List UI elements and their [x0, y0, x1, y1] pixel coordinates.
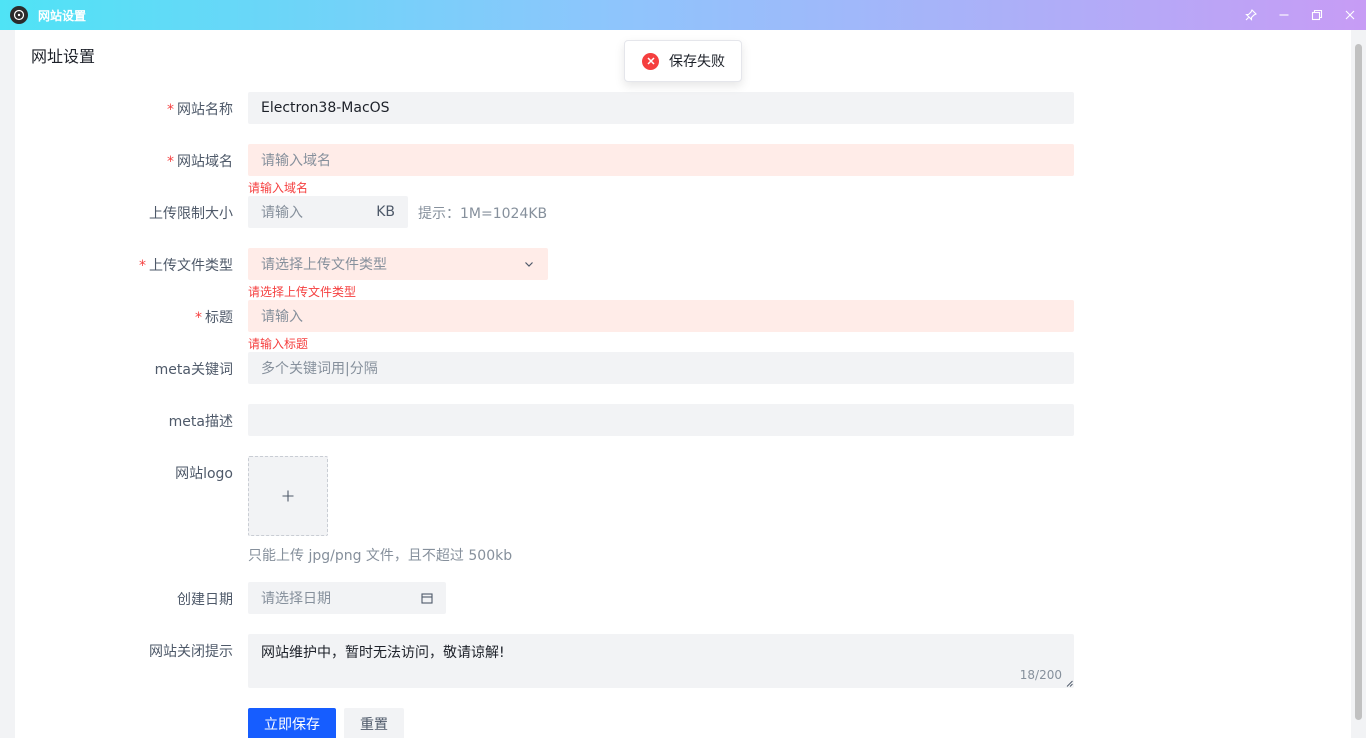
reset-button[interactable]: 重置: [344, 708, 404, 738]
app-logo-icon: [10, 6, 28, 24]
scrollbar[interactable]: [1352, 30, 1366, 738]
title-input[interactable]: 请输入: [248, 300, 1074, 332]
site-name-label: * 网站名称: [167, 102, 233, 118]
upload-types-error: 请选择上传文件类型: [248, 285, 357, 299]
logo-label: 网站logo: [175, 466, 233, 482]
window-title: 网站设置: [38, 8, 87, 23]
upload-types-label: * 上传文件类型: [139, 258, 233, 274]
site-domain-label: * 网站域名: [167, 154, 233, 170]
settings-card: 网址设置 * 网站名称 Electron38-MacOS * 网站域名 请输入域名 …: [15, 30, 1351, 738]
plus-icon: [282, 490, 294, 502]
upload-limit-input[interactable]: 请输入 KB: [248, 196, 408, 228]
page-title: 网址设置: [31, 47, 96, 66]
create-date-label: 创建日期: [177, 592, 233, 608]
error-toast: 保存失败: [624, 40, 742, 82]
close-notice-textarea[interactable]: 网站维护中，暂时无法访问，敬请谅解! 18/200: [248, 634, 1074, 688]
pin-button[interactable]: [1234, 0, 1267, 30]
close-button[interactable]: [1333, 0, 1366, 30]
upload-limit-label: 上传限制大小: [149, 206, 233, 222]
save-button[interactable]: 立即保存: [248, 708, 336, 738]
calendar-icon: [421, 593, 433, 604]
meta-desc-input[interactable]: [248, 404, 1074, 436]
upload-limit-hint: 提示：1M=1024KB: [418, 206, 548, 222]
pin-icon: [1244, 9, 1257, 21]
error-circle-icon: [642, 52, 659, 70]
chevron-down-icon: [525, 262, 533, 267]
restore-icon: [1311, 9, 1322, 21]
scrollbar-thumb[interactable]: [1355, 44, 1362, 720]
upload-types-select[interactable]: 请选择上传文件类型: [248, 248, 548, 280]
char-counter: 18/200: [1019, 668, 1062, 682]
close-icon: [1345, 10, 1354, 20]
site-domain-input[interactable]: 请输入域名: [248, 144, 1074, 176]
site-name-input[interactable]: Electron38-MacOS: [248, 92, 1074, 124]
logo-hint: 只能上传 jpg/png 文件，且不超过 500kb: [248, 548, 513, 564]
title-label: * 标题: [195, 310, 233, 326]
window-titlebar: 网站设置: [0, 0, 1366, 30]
create-date-picker[interactable]: 请选择日期: [248, 582, 446, 614]
logo-upload-button[interactable]: [248, 456, 328, 536]
title-error: 请输入标题: [248, 337, 309, 351]
close-notice-label: 网站关闭提示: [149, 644, 233, 660]
restore-button[interactable]: [1300, 0, 1333, 30]
toast-message: 保存失败: [669, 54, 725, 70]
minimize-button[interactable]: [1267, 0, 1300, 30]
site-domain-error: 请输入域名: [248, 181, 309, 195]
resize-handle-icon[interactable]: [1065, 679, 1073, 687]
meta-desc-label: meta描述: [168, 414, 233, 430]
meta-keywords-label: meta关键词: [154, 362, 233, 378]
meta-keywords-input[interactable]: 多个关键词用|分隔: [248, 352, 1074, 384]
upload-limit-suffix: KB: [376, 204, 395, 220]
minimize-icon: [1279, 14, 1288, 16]
